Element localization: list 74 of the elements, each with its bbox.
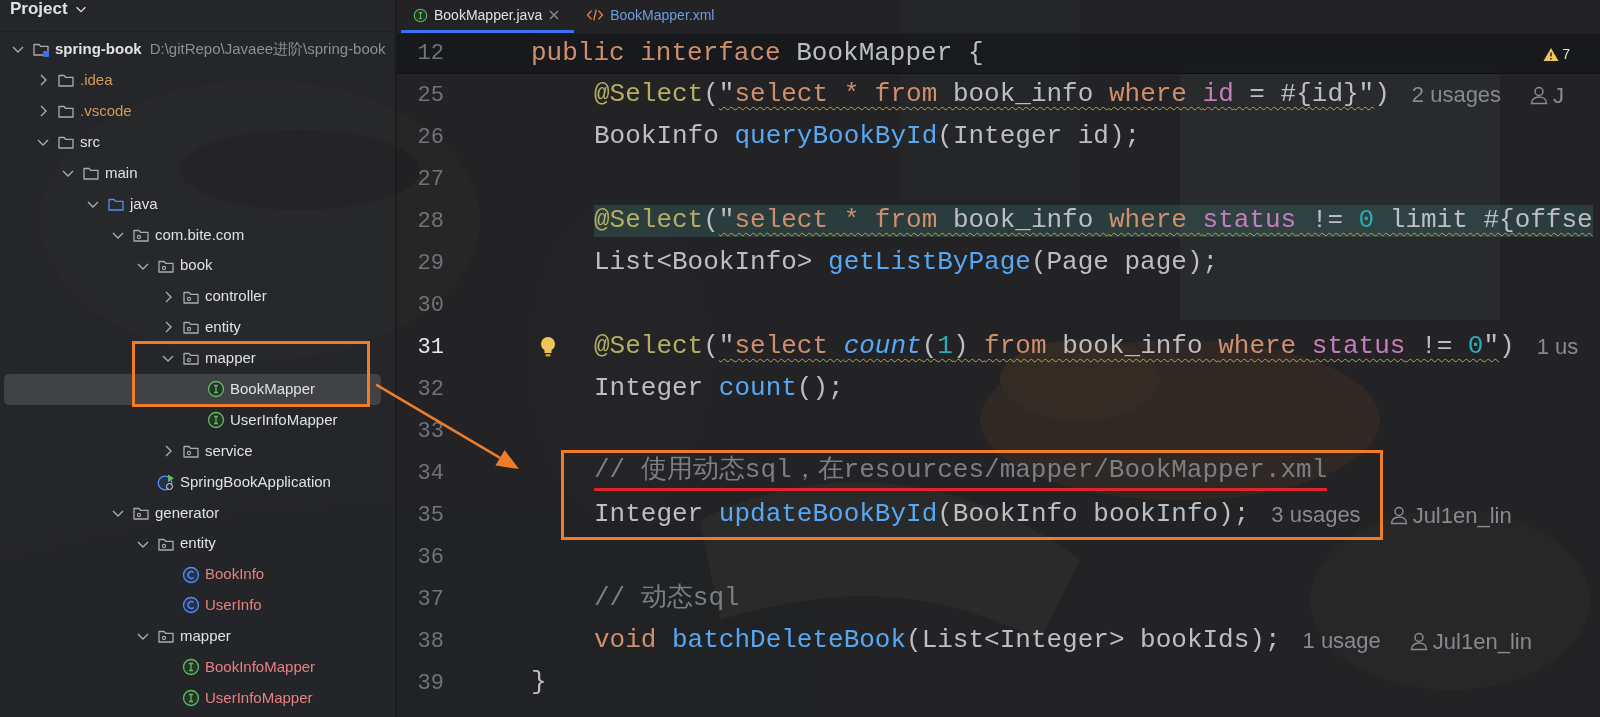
usages-hint[interactable]: 1 usage — [1302, 628, 1381, 654]
tree-item[interactable]: book — [4, 250, 381, 282]
line-number: 33 — [416, 417, 444, 446]
tree-item[interactable]: service — [4, 435, 381, 467]
tree-item[interactable]: .vscode — [4, 95, 381, 127]
line-number: 26 — [416, 123, 444, 152]
line-number: 37 — [416, 585, 444, 614]
tree-item[interactable]: controller — [4, 281, 381, 312]
code-line: Integer updateBookById(BookInfo bookInfo); — [594, 499, 1250, 531]
interface-icon — [207, 380, 225, 399]
code-line: } — [531, 667, 547, 699]
tree-item[interactable]: main — [4, 157, 381, 189]
tree-item[interactable]: src — [4, 126, 381, 158]
usages-hint[interactable]: 1 us — [1536, 334, 1579, 360]
tree-item[interactable]: BookMapper — [4, 373, 381, 405]
code-line: void batchDeleteBook(List<Integer> bookIds); — [594, 625, 1281, 657]
close-icon[interactable] — [548, 9, 561, 21]
tree-item[interactable]: mapper — [4, 620, 381, 652]
class-icon — [182, 565, 200, 584]
line-number: 32 — [416, 375, 444, 404]
usages-hint[interactable]: 3 usages — [1271, 502, 1361, 528]
line-number: 27 — [416, 165, 444, 194]
person-icon — [1408, 631, 1429, 651]
tree-item[interactable]: UserInfoMapper — [4, 404, 381, 436]
code-comment: // 动态sql — [594, 583, 740, 615]
line-number: 38 — [416, 627, 444, 656]
line-number: 39 — [416, 669, 444, 698]
line-number: 12 — [416, 40, 444, 68]
interface-icon — [182, 658, 200, 677]
tree-item[interactable]: entity — [4, 312, 381, 343]
author-name[interactable]: Jul1en_lin — [1432, 624, 1532, 658]
code-line: public interface BookMapper { — [531, 37, 984, 70]
tree-item[interactable]: BookInfo — [4, 559, 381, 591]
code-line: @Select("select * from book_info where id = #{id}") — [594, 79, 1390, 111]
code-comment: // 使用动态sql，在resources/mapper/BookMapper.xml — [594, 455, 1328, 491]
tree-item[interactable]: mapper — [4, 342, 381, 374]
line-number: 29 — [416, 249, 444, 278]
view-selector[interactable]: Project — [10, 0, 88, 18]
code-tags-icon — [586, 8, 605, 22]
person-icon — [1529, 85, 1550, 105]
tree-item[interactable]: UserInfoMapper — [4, 682, 381, 714]
code-line: @Select("select count(1) from book_info where status != 0") — [594, 331, 1515, 363]
code-line: List<BookInfo> getListByPage(Page page); — [594, 247, 1219, 279]
line-number: 36 — [416, 543, 444, 572]
code-line: Integer count(); — [594, 373, 844, 405]
author-name[interactable]: J — [1553, 78, 1565, 112]
author-name[interactable]: Jul1en_lin — [1412, 498, 1512, 532]
tree-item[interactable]: java — [4, 188, 381, 220]
line-number: 34 — [416, 459, 444, 488]
interface-icon — [413, 7, 428, 23]
line-number: 25 — [416, 81, 444, 110]
class-icon — [182, 596, 200, 615]
warning-count[interactable]: 7 — [1562, 44, 1570, 65]
path-text: D:\gitRepo\Javaee进阶\spring-book — [149, 39, 386, 60]
code-line: BookInfo queryBookById(Integer id); — [594, 121, 1141, 153]
lightbulb-icon[interactable] — [539, 336, 557, 358]
warning-icon[interactable] — [1543, 47, 1560, 62]
tree-item[interactable]: generator — [4, 497, 381, 529]
tree-item[interactable]: .idea — [4, 64, 381, 96]
tree-item[interactable]: com.bite.com — [4, 219, 381, 251]
tree-item[interactable]: UserInfo — [4, 590, 381, 621]
person-icon — [1388, 505, 1409, 525]
interface-icon — [207, 411, 225, 430]
tree-item[interactable]: entity — [4, 528, 381, 560]
interface-icon — [182, 689, 200, 708]
line-number: 28 — [416, 207, 444, 236]
line-number: 30 — [416, 291, 444, 320]
usages-hint[interactable]: 2 usages — [1411, 82, 1502, 108]
file-tab[interactable]: BookMapper.xml — [574, 0, 729, 33]
run-class-icon — [157, 472, 175, 491]
tree-item[interactable]: SpringBookApplication — [4, 466, 381, 498]
tree-item[interactable]: BookInfoMapper — [4, 651, 381, 683]
line-number: 35 — [416, 501, 444, 530]
line-number: 31 — [416, 333, 444, 362]
